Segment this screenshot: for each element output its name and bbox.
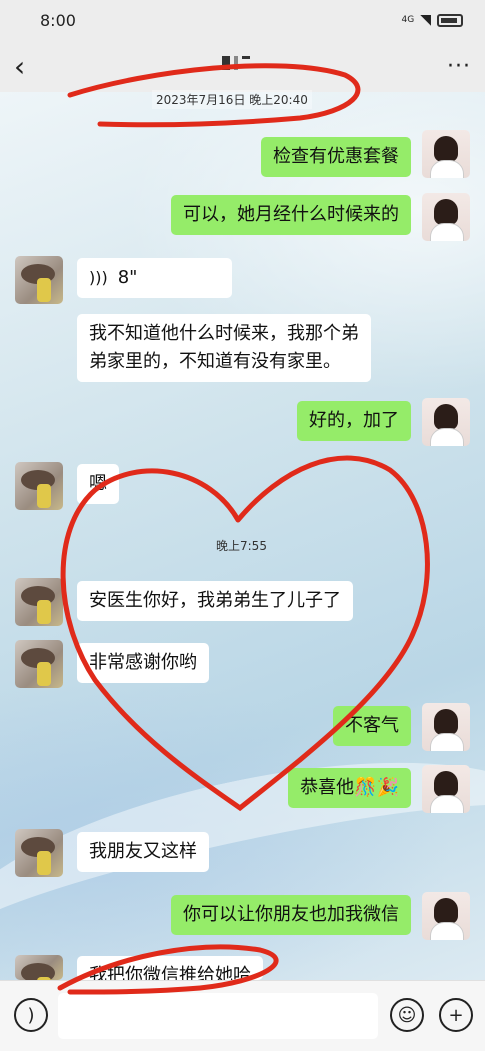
message-bubble-left[interactable]: 我朋友又这样 <box>77 832 209 872</box>
emoji-button[interactable]: ☺ <box>390 998 424 1032</box>
status-bar: 8:00 4G ◥ <box>0 0 485 40</box>
avatar-patient[interactable] <box>15 829 63 877</box>
more-icon: ··· <box>447 53 471 79</box>
avatar-patient[interactable] <box>15 462 63 510</box>
message-line: 我不知道他什么时候来，我那个弟 <box>89 323 359 344</box>
timestamp-1: 2023年7月16日 晚上20:40 <box>152 90 312 109</box>
voice-duration: 8" <box>117 267 138 288</box>
avatar-doctor[interactable] <box>422 892 470 940</box>
avatar-patient[interactable] <box>15 256 63 304</box>
emoji-icon: ☺ <box>397 1004 417 1026</box>
message-bubble-right[interactable]: 恭喜他🎊🎉 <box>288 768 411 808</box>
battery-icon <box>437 13 463 27</box>
timestamp-2: 晚上7:55 <box>216 539 267 553</box>
message-bubble-left[interactable]: 嗯 <box>77 464 119 504</box>
voice-toggle-button[interactable]: ) <box>14 998 48 1032</box>
message-bubble-right[interactable]: 检查有优惠套餐 <box>261 137 411 177</box>
message-bubble-left[interactable]: 我不知道他什么时候来，我那个弟 弟家里的，不知道有没有家里。 <box>77 314 371 382</box>
message-bubble-right[interactable]: 可以，她月经什么时候来的 <box>171 195 411 235</box>
message-input[interactable] <box>58 993 378 1039</box>
message-line: 弟家里的，不知道有没有家里。 <box>89 351 341 372</box>
voice-message-bubble[interactable]: ))) 8" <box>77 258 232 298</box>
chat-header: ‹ ··· <box>0 40 485 92</box>
avatar-doctor[interactable] <box>422 193 470 241</box>
message-bubble-left[interactable]: 安医生你好，我弟弟生了儿子了 <box>77 581 353 621</box>
avatar-patient[interactable] <box>15 578 63 626</box>
avatar-doctor[interactable] <box>422 130 470 178</box>
avatar-patient[interactable] <box>15 955 63 980</box>
network-label: 4G <box>401 15 415 25</box>
plus-icon: + <box>448 1004 464 1026</box>
plus-button[interactable]: + <box>439 998 473 1032</box>
input-bar: ) ☺ + <box>0 980 485 1051</box>
avatar-patient[interactable] <box>15 640 63 688</box>
message-bubble-right[interactable]: 你可以让你朋友也加我微信 <box>171 895 411 935</box>
message-bubble-right[interactable]: 好的，加了 <box>297 401 411 441</box>
avatar-doctor[interactable] <box>422 398 470 446</box>
more-button[interactable]: ··· <box>447 54 471 79</box>
voice-wave-icon: ))) <box>89 268 108 287</box>
signal-icon: ◥ <box>420 12 431 28</box>
chevron-left-icon: ‹ <box>14 49 26 83</box>
avatar-doctor[interactable] <box>422 765 470 813</box>
message-bubble-right[interactable]: 不客气 <box>333 706 411 746</box>
status-icons: 4G ◥ <box>402 12 463 28</box>
avatar-doctor[interactable] <box>422 703 470 751</box>
message-bubble-left[interactable]: 我把你微信推给她哈 <box>77 956 263 980</box>
message-bubble-left[interactable]: 非常感谢你哟 <box>77 643 209 683</box>
status-time: 8:00 <box>40 10 76 30</box>
voice-icon: ) <box>27 1004 35 1026</box>
back-button[interactable]: ‹ <box>14 50 44 83</box>
contact-name-redacted <box>222 56 250 70</box>
